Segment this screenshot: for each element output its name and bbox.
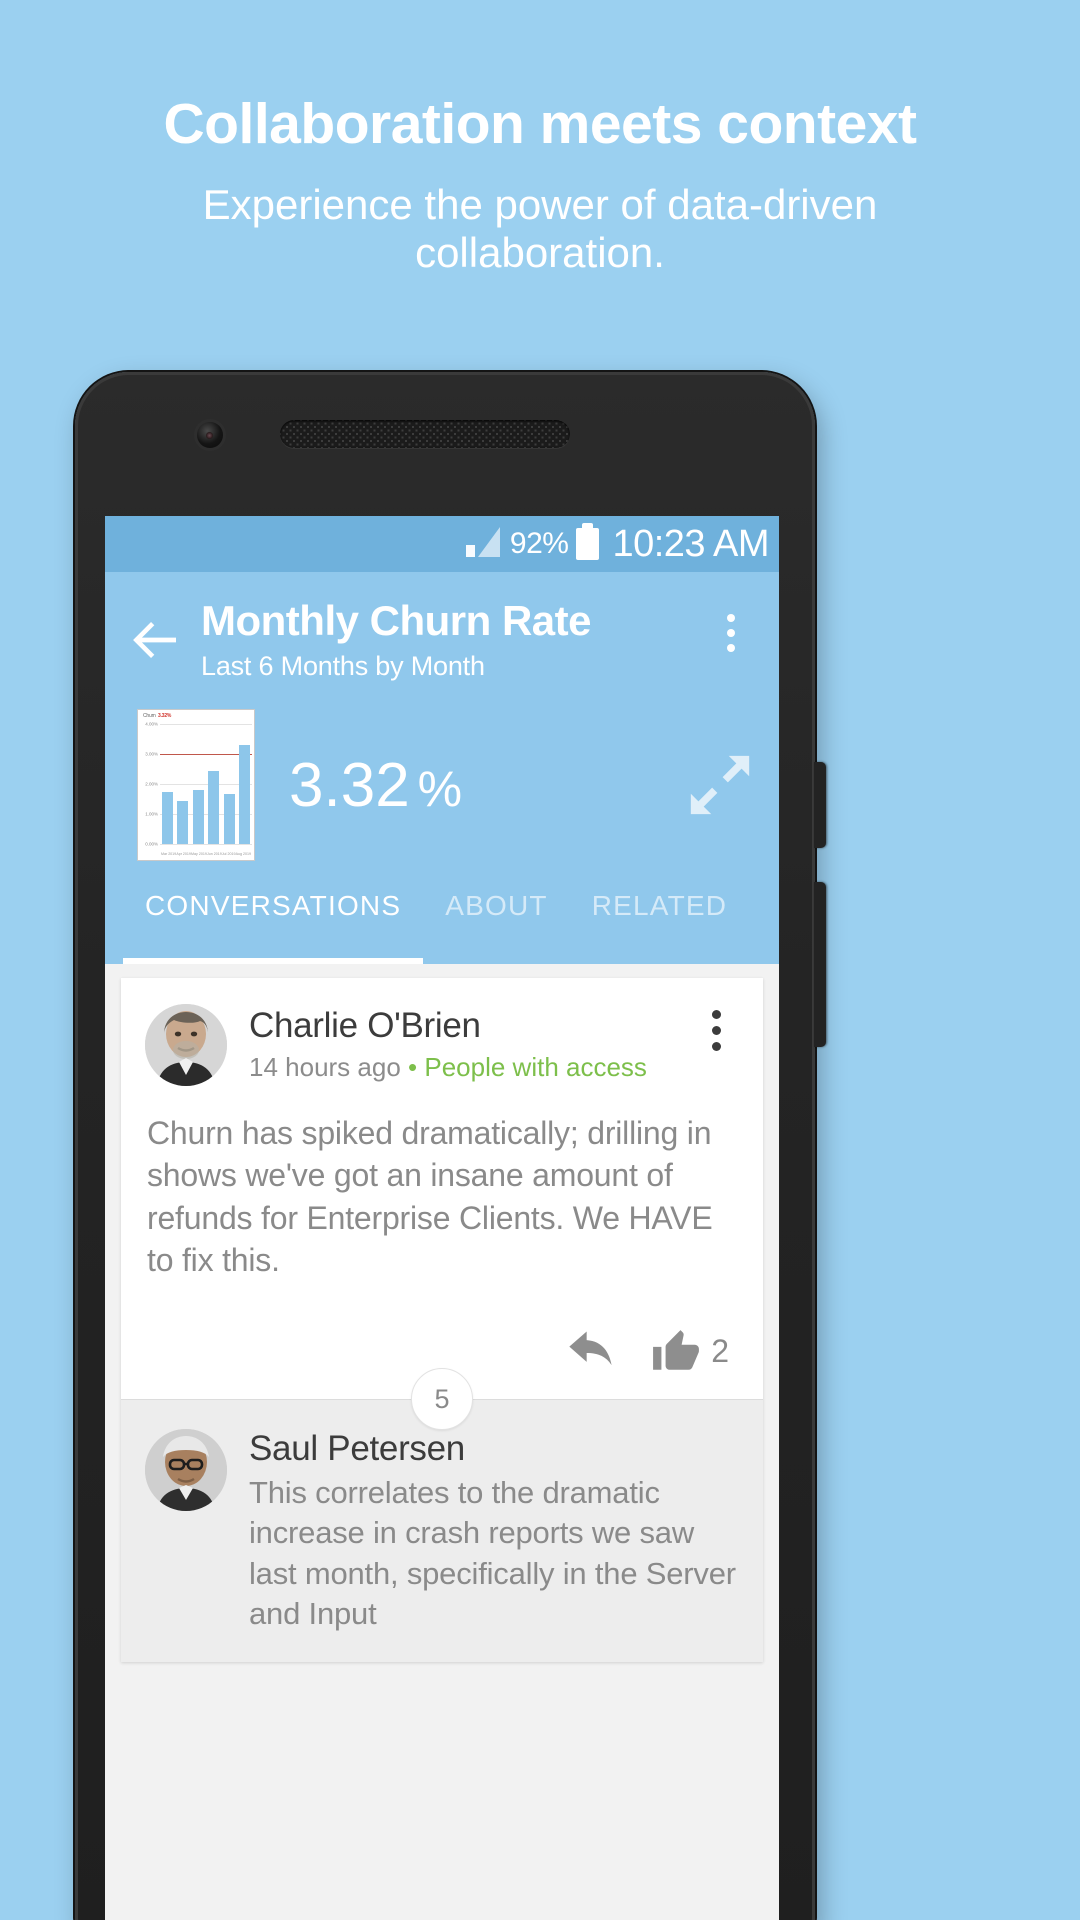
phone-screen: 92% 10:23 AM Monthly Churn Rate Last 6 M…	[105, 516, 779, 1920]
status-bar: 92% 10:23 AM	[105, 516, 779, 572]
chart-x-tick: Jun 2019	[206, 852, 222, 857]
reply-content: Saul Petersen This correlates to the dra…	[249, 1429, 739, 1634]
chart-bar	[223, 793, 235, 845]
chart-x-tick: Aug 2019	[235, 852, 251, 857]
post-audience: People with access	[424, 1052, 647, 1083]
reply-arrow-icon	[569, 1331, 612, 1366]
reply-count-badge[interactable]: 5	[411, 1368, 473, 1431]
phone-device: 92% 10:23 AM Monthly Churn Rate Last 6 M…	[75, 372, 826, 1920]
volume-button[interactable]	[814, 882, 826, 1047]
metric-value: 3.32%	[255, 750, 685, 821]
tab-conversations[interactable]: CONVERSATIONS	[123, 872, 424, 965]
front-camera-icon	[197, 422, 223, 448]
reply-body: This correlates to the dramatic increase…	[249, 1475, 736, 1632]
expand-fullscreen-icon[interactable]	[685, 750, 755, 820]
chart-plot-area: 4.00% 3.00% 2.00% 1.00% 0.00%	[145, 722, 252, 847]
chart-y-tick: 3.00%	[145, 751, 158, 757]
chart-y-tick: 2.00%	[145, 781, 158, 787]
metric-unit: %	[417, 760, 463, 817]
post-header: Charlie O'Brien 14 hours ago • People wi…	[121, 978, 763, 1087]
status-clock: 10:23 AM	[612, 522, 769, 565]
chart-y-tick: 1.00%	[145, 811, 158, 817]
chart-x-tick: Apr 2019	[176, 852, 191, 857]
page-subtitle: Last 6 Months by Month	[201, 651, 485, 682]
title-block: Monthly Churn Rate Last 6 Months by Mont…	[201, 597, 705, 682]
post-body: Churn has spiked dramatically; drilling …	[147, 1115, 713, 1278]
chart-bar	[192, 789, 204, 845]
chart-bar	[162, 791, 173, 845]
chart-x-tick: Mar 2019	[161, 852, 177, 857]
reply-avatar[interactable]	[145, 1429, 227, 1512]
chart-y-tick: 4.00%	[145, 721, 158, 727]
earpiece-speaker	[280, 420, 570, 448]
post-meta: Charlie O'Brien 14 hours ago • People wi…	[249, 1004, 693, 1086]
chart-thumbnail[interactable]: Churn Churn 3.32%3.32% 4.00% 3.00% 2.00% 1.…	[137, 709, 255, 862]
chart-x-tick: May 2019	[191, 852, 207, 857]
metric-summary-row: Churn Churn 3.32%3.32% 4.00% 3.00% 2.00% 1.…	[105, 682, 779, 872]
tab-about[interactable]: ABOUT	[423, 872, 569, 964]
conversations-content: Charlie O'Brien 14 hours ago • People wi…	[105, 964, 779, 1663]
chart-bars	[160, 724, 252, 845]
promo-header: Collaboration meets context Experience t…	[0, 0, 1080, 277]
post-submeta: 14 hours ago • People with access	[249, 1052, 693, 1083]
chart-x-tick-labels: Mar 2019 Apr 2019 May 2019 Jun 2019 Jul 2019…	[160, 852, 252, 856]
chart-y-tick: 0.00%	[145, 841, 158, 847]
tab-related[interactable]: RELATED	[570, 872, 749, 964]
post-separator: •	[408, 1052, 418, 1083]
thumbs-up-icon	[653, 1330, 700, 1370]
promo-title: Collaboration meets context	[163, 92, 917, 156]
signal-bars-icon	[465, 527, 500, 557]
chart-bar	[238, 744, 250, 845]
battery-icon	[576, 523, 600, 560]
reply-button[interactable]	[565, 1325, 617, 1377]
back-arrow-icon[interactable]	[127, 612, 183, 668]
reply-author: Saul Petersen	[249, 1429, 465, 1469]
post-card: Charlie O'Brien 14 hours ago • People wi…	[121, 978, 763, 1663]
chart-bar	[177, 800, 189, 845]
like-button[interactable]: 2	[651, 1326, 729, 1376]
overflow-menu-icon[interactable]	[705, 614, 757, 652]
post-time: 14 hours ago	[249, 1052, 401, 1083]
promo-subtitle: Experience the power of data-driven coll…	[202, 180, 878, 277]
app-bar: Monthly Churn Rate Last 6 Months by Mont…	[105, 572, 779, 965]
avatar[interactable]	[145, 1004, 227, 1087]
battery-percent-label: 92%	[509, 527, 569, 560]
metric-number: 3.32	[289, 750, 410, 820]
chart-thumb-title: Churn Churn 3.32%3.32%	[143, 713, 172, 720]
chart-bar	[208, 770, 220, 845]
reply-item[interactable]: Saul Petersen This correlates to the dra…	[121, 1399, 763, 1663]
post-overflow-menu-icon[interactable]	[693, 1004, 739, 1086]
chart-x-tick: Jul 2019	[221, 852, 236, 857]
tab-bar: CONVERSATIONS ABOUT RELATED	[105, 872, 779, 965]
power-button[interactable]	[814, 762, 826, 848]
like-count: 2	[711, 1332, 729, 1369]
page-title: Monthly Churn Rate	[201, 597, 591, 644]
chart-gridline	[160, 844, 252, 846]
post-author: Charlie O'Brien	[249, 1006, 481, 1046]
